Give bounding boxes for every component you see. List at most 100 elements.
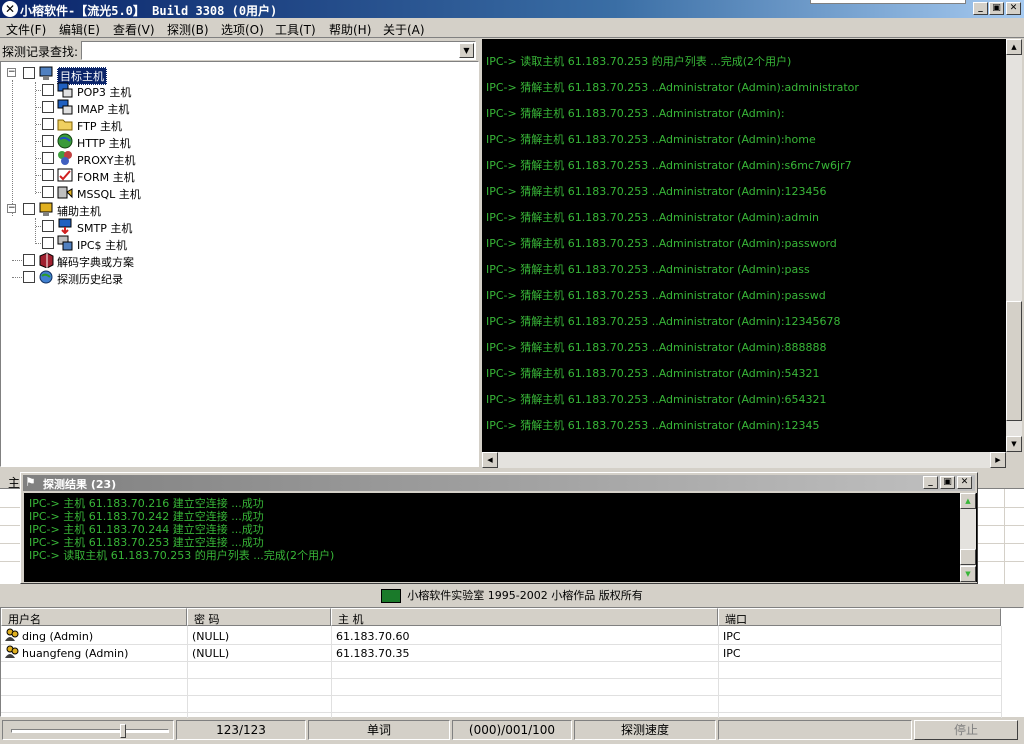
checkbox[interactable] xyxy=(42,118,54,130)
results-titlebar[interactable]: ⚑ 探测结果 (23) _ ▣ ✕ xyxy=(23,475,975,491)
checkbox[interactable] xyxy=(23,203,35,215)
status-mode: 单词 xyxy=(308,720,450,740)
log-console: IPC-> 读取主机 61.183.70.253 的用户列表 ...完成(2个用… xyxy=(482,39,1006,452)
checkbox[interactable] xyxy=(42,101,54,113)
network-icon xyxy=(57,235,73,251)
results-title: 探测结果 (23) xyxy=(43,478,117,491)
tree-item-form[interactable]: FORM 主机 xyxy=(27,167,227,184)
menu-options[interactable]: 选项(O) xyxy=(221,21,264,38)
tree-item-dictionary[interactable]: 解码字典或方案 xyxy=(7,252,207,269)
status-speed-label: 探测速度 xyxy=(574,720,716,740)
speed-slider-thumb[interactable] xyxy=(120,724,127,738)
tree-item-target-hosts[interactable]: − 目标主机 xyxy=(7,65,207,85)
book-icon xyxy=(39,252,54,268)
scroll-right-icon[interactable]: ▶ xyxy=(990,452,1006,468)
close-button[interactable]: ✕ xyxy=(1006,2,1021,15)
scroll-thumb[interactable] xyxy=(1006,301,1022,421)
app-logo-icon[interactable]: ✕ xyxy=(2,1,18,17)
menu-probe[interactable]: 探测(B) xyxy=(167,21,209,38)
results-close-button[interactable]: ✕ xyxy=(957,476,972,489)
stop-button[interactable]: 停止 xyxy=(914,720,1018,740)
column-header-password[interactable]: 密 码 xyxy=(187,608,331,626)
tree-label: IMAP 主机 xyxy=(77,103,130,116)
tree-label: MSSQL 主机 xyxy=(77,188,141,201)
status-progress: (000)/001/100 xyxy=(452,720,572,740)
results-minimize-button[interactable]: _ xyxy=(923,476,938,489)
tree-item-ftp[interactable]: FTP 主机 xyxy=(27,116,227,133)
checkbox[interactable] xyxy=(23,67,35,79)
status-empty xyxy=(718,720,912,740)
column-header-port[interactable]: 端口 xyxy=(718,608,1001,626)
tree-label: FORM 主机 xyxy=(77,171,135,184)
checkbox[interactable] xyxy=(42,84,54,96)
speed-slider-track[interactable] xyxy=(11,729,169,733)
column-header-username[interactable]: 用户名 xyxy=(1,608,187,626)
tree-label: SMTP 主机 xyxy=(77,222,133,235)
scroll-down-icon[interactable]: ▼ xyxy=(960,566,976,582)
log-line: IPC-> 猜解主机 61.183.70.253 ..Administrator… xyxy=(486,263,810,276)
log-line: IPC-> 读取主机 61.183.70.253 的用户列表 ...完成(2个用… xyxy=(486,55,792,68)
scroll-thumb[interactable] xyxy=(960,549,976,565)
checkbox[interactable] xyxy=(42,152,54,164)
log-line: IPC-> 猜解主机 61.183.70.253 ..Administrator… xyxy=(486,133,816,146)
checkbox[interactable] xyxy=(42,135,54,147)
menu-about[interactable]: 关于(A) xyxy=(383,21,425,38)
checkbox[interactable] xyxy=(42,169,54,181)
checkbox[interactable] xyxy=(23,271,35,283)
cell-username: huangfeng (Admin) xyxy=(22,647,129,660)
user-icon xyxy=(5,645,19,658)
menu-help[interactable]: 帮助(H) xyxy=(329,21,371,38)
collapse-icon[interactable]: − xyxy=(7,204,16,213)
checkbox[interactable] xyxy=(42,237,54,249)
console-vscrollbar[interactable]: ▲ ▼ xyxy=(1006,39,1022,452)
results-maximize-button[interactable]: ▣ xyxy=(940,476,955,489)
database-icon xyxy=(57,186,73,199)
mail-server-icon xyxy=(57,82,73,98)
log-line: IPC-> 猜解主机 61.183.70.253 ..Administrator… xyxy=(486,419,820,432)
menu-file[interactable]: 文件(F) xyxy=(6,21,46,38)
checkbox[interactable] xyxy=(42,186,54,198)
tree-item-pop3[interactable]: POP3 主机 xyxy=(27,82,227,99)
scroll-up-icon[interactable]: ▲ xyxy=(1006,39,1022,55)
maximize-button[interactable]: ▣ xyxy=(989,2,1004,15)
console-hscrollbar[interactable]: ◀ ▶ xyxy=(482,452,1006,468)
tree-item-mssql[interactable]: MSSQL 主机 xyxy=(27,184,227,201)
collapse-icon[interactable]: − xyxy=(7,68,16,77)
probe-icon: ⚑ xyxy=(25,475,36,489)
log-line: IPC-> 猜解主机 61.183.70.253 ..Administrator… xyxy=(486,107,785,120)
copyright-banner: 小榕软件实验室 1995-2002 小榕作品 版权所有 xyxy=(0,585,1024,606)
history-globe-icon xyxy=(39,270,53,284)
log-line: IPC-> 猜解主机 61.183.70.253 ..Administrator… xyxy=(486,81,859,94)
tree-item-proxy[interactable]: PROXY主机 xyxy=(27,150,227,167)
menu-view[interactable]: 查看(V) xyxy=(113,21,155,38)
tree-label: 辅助主机 xyxy=(57,205,101,218)
cell-host: 61.183.70.35 xyxy=(336,647,410,660)
tree-item-imap[interactable]: IMAP 主机 xyxy=(27,99,227,116)
tree-item-aux-hosts[interactable]: − 辅助主机 xyxy=(7,201,207,218)
cell-password: (NULL) xyxy=(192,630,230,643)
tree-item-history[interactable]: 探测历史纪录 xyxy=(7,269,207,286)
cell-password: (NULL) xyxy=(192,647,230,660)
results-vscrollbar[interactable]: ▲ ▼ xyxy=(960,493,976,582)
menu-tools[interactable]: 工具(T) xyxy=(275,21,316,38)
column-header-host[interactable]: 主 机 xyxy=(331,608,718,626)
tree-item-http[interactable]: HTTP 主机 xyxy=(27,133,227,150)
search-label: 探测记录查找: xyxy=(2,45,79,59)
checkbox[interactable] xyxy=(23,254,35,266)
minimize-button[interactable]: _ xyxy=(973,2,988,15)
log-line: IPC-> 猜解主机 61.183.70.253 ..Administrator… xyxy=(486,289,826,302)
scroll-left-icon[interactable]: ◀ xyxy=(482,452,498,468)
user-table: 用户名 密 码 主 机 端口 ding (Admin) (NULL) 61.18… xyxy=(0,607,1024,718)
dropdown-arrow-icon[interactable]: ▼ xyxy=(459,43,474,58)
scroll-up-icon[interactable]: ▲ xyxy=(960,493,976,509)
menu-edit[interactable]: 编辑(E) xyxy=(59,21,100,38)
log-line: IPC-> 猜解主机 61.183.70.253 ..Administrator… xyxy=(486,159,852,172)
tree-item-smtp[interactable]: SMTP 主机 xyxy=(27,218,227,235)
scroll-down-icon[interactable]: ▼ xyxy=(1006,436,1022,452)
checkbox[interactable] xyxy=(42,220,54,232)
cell-port: IPC xyxy=(723,647,741,660)
speed-slider-panel xyxy=(2,720,174,740)
tree-item-ipc[interactable]: IPC$ 主机 xyxy=(27,235,227,252)
log-line: IPC-> 猜解主机 61.183.70.253 ..Administrator… xyxy=(486,393,827,406)
search-combo[interactable]: ▼ xyxy=(81,41,476,60)
